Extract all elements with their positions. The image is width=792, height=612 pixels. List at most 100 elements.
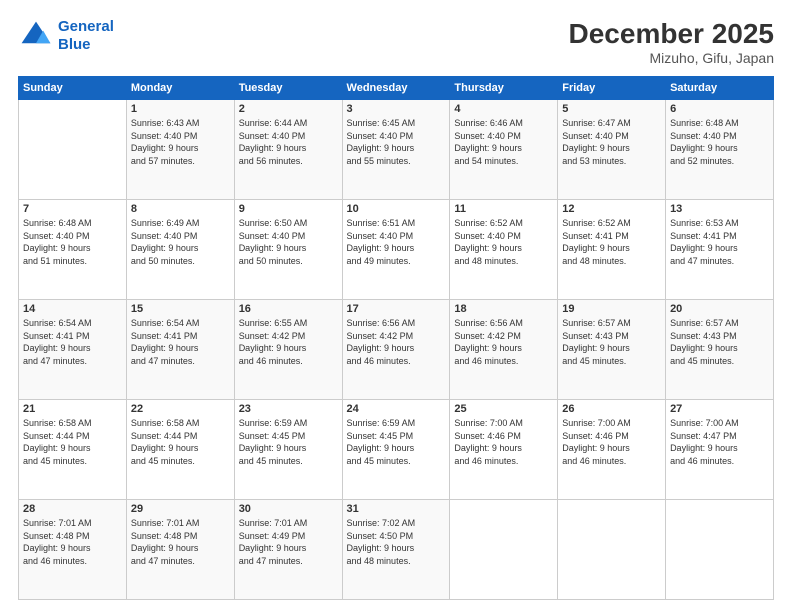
day-header-saturday: Saturday: [666, 77, 774, 100]
day-number: 23: [239, 403, 338, 415]
day-number: 2: [239, 103, 338, 115]
day-info: Sunrise: 7:00 AM Sunset: 4:46 PM Dayligh…: [454, 417, 553, 467]
day-number: 19: [562, 303, 661, 315]
day-info: Sunrise: 6:51 AM Sunset: 4:40 PM Dayligh…: [347, 217, 446, 267]
day-cell: 3Sunrise: 6:45 AM Sunset: 4:40 PM Daylig…: [342, 100, 450, 200]
day-number: 29: [131, 503, 230, 515]
week-row-5: 28 Sunrise: 7:01 AM Sunset: 4:48 PM Dayli…: [19, 500, 774, 600]
day-number: 22: [131, 403, 230, 415]
week-row-4: 21 Sunrise: 6:58 AM Sunset: 4:44 PM Dayli…: [19, 400, 774, 500]
day-info: Sunrise: 6:45 AM Sunset: 4:40 PM Dayligh…: [347, 117, 446, 167]
day-info: Sunrise: 6:56 AM Sunset: 4:42 PM Dayligh…: [347, 317, 446, 367]
day-info: Sunrise: 6:47 AM Sunset: 4:40 PM Dayligh…: [562, 117, 661, 167]
day-cell: [19, 100, 127, 200]
day-info: Sunrise: 6:57 AM Sunset: 4:43 PM Dayligh…: [562, 317, 661, 367]
day-info: Sunrise: 7:02 AM Sunset: 4:50 PM Dayligh…: [347, 517, 446, 567]
day-header-tuesday: Tuesday: [234, 77, 342, 100]
day-cell: 1Sunrise: 6:43 AM Sunset: 4:40 PM Daylig…: [126, 100, 234, 200]
day-number: 14: [23, 303, 122, 315]
day-info: Sunrise: 7:01 AM Sunset: 4:48 PM Dayligh…: [23, 517, 122, 567]
day-cell: 23 Sunrise: 6:59 AM Sunset: 4:45 PM Dayli…: [234, 400, 342, 500]
day-info: Sunrise: 6:49 AM Sunset: 4:40 PM Dayligh…: [131, 217, 230, 267]
day-cell: 27Sunrise: 7:00 AM Sunset: 4:47 PM Dayli…: [666, 400, 774, 500]
day-number: 28: [23, 503, 122, 515]
day-cell: 22 Sunrise: 6:58 AM Sunset: 4:44 PM Dayli…: [126, 400, 234, 500]
week-row-2: 7 Sunrise: 6:48 AM Sunset: 4:40 PM Daylig…: [19, 200, 774, 300]
day-header-monday: Monday: [126, 77, 234, 100]
logo-text: General Blue: [58, 18, 114, 54]
day-cell: 6 Sunrise: 6:48 AM Sunset: 4:40 PM Daylig…: [666, 100, 774, 200]
day-info: Sunrise: 6:56 AM Sunset: 4:42 PM Dayligh…: [454, 317, 553, 367]
subtitle: Mizuho, Gifu, Japan: [569, 50, 774, 66]
logo: General Blue: [18, 18, 114, 54]
day-cell: 15 Sunrise: 6:54 AM Sunset: 4:41 PM Dayli…: [126, 300, 234, 400]
day-number: 5: [562, 103, 661, 115]
day-number: 21: [23, 403, 122, 415]
logo-icon: [18, 18, 54, 54]
day-header-wednesday: Wednesday: [342, 77, 450, 100]
day-info: Sunrise: 6:44 AM Sunset: 4:40 PM Dayligh…: [239, 117, 338, 167]
week-row-3: 14 Sunrise: 6:54 AM Sunset: 4:41 PM Dayli…: [19, 300, 774, 400]
day-cell: 21 Sunrise: 6:58 AM Sunset: 4:44 PM Dayli…: [19, 400, 127, 500]
day-info: Sunrise: 7:01 AM Sunset: 4:49 PM Dayligh…: [239, 517, 338, 567]
logo-line1: General: [58, 18, 114, 35]
day-number: 10: [347, 203, 446, 215]
day-info: Sunrise: 6:58 AM Sunset: 4:44 PM Dayligh…: [23, 417, 122, 467]
day-number: 26: [562, 403, 661, 415]
day-number: 17: [347, 303, 446, 315]
day-cell: 29Sunrise: 7:01 AM Sunset: 4:48 PM Dayli…: [126, 500, 234, 600]
day-cell: 11Sunrise: 6:52 AM Sunset: 4:40 PM Dayli…: [450, 200, 558, 300]
day-info: Sunrise: 6:58 AM Sunset: 4:44 PM Dayligh…: [131, 417, 230, 467]
day-info: Sunrise: 6:48 AM Sunset: 4:40 PM Dayligh…: [23, 217, 122, 267]
day-header-sunday: Sunday: [19, 77, 127, 100]
day-number: 7: [23, 203, 122, 215]
day-number: 24: [347, 403, 446, 415]
day-info: Sunrise: 6:59 AM Sunset: 4:45 PM Dayligh…: [347, 417, 446, 467]
main-title: December 2025: [569, 18, 774, 50]
day-number: 13: [670, 203, 769, 215]
day-cell: 17 Sunrise: 6:56 AM Sunset: 4:42 PM Dayli…: [342, 300, 450, 400]
day-number: 6: [670, 103, 769, 115]
day-number: 9: [239, 203, 338, 215]
day-info: Sunrise: 6:43 AM Sunset: 4:40 PM Dayligh…: [131, 117, 230, 167]
day-cell: 5 Sunrise: 6:47 AM Sunset: 4:40 PM Daylig…: [558, 100, 666, 200]
day-number: 25: [454, 403, 553, 415]
calendar: SundayMondayTuesdayWednesdayThursdayFrid…: [18, 76, 774, 600]
page: General Blue December 2025 Mizuho, Gifu,…: [0, 0, 792, 612]
title-block: December 2025 Mizuho, Gifu, Japan: [569, 18, 774, 66]
day-info: Sunrise: 6:54 AM Sunset: 4:41 PM Dayligh…: [131, 317, 230, 367]
day-cell: 14 Sunrise: 6:54 AM Sunset: 4:41 PM Dayli…: [19, 300, 127, 400]
day-number: 8: [131, 203, 230, 215]
day-number: 12: [562, 203, 661, 215]
day-cell: [450, 500, 558, 600]
day-info: Sunrise: 6:57 AM Sunset: 4:43 PM Dayligh…: [670, 317, 769, 367]
day-info: Sunrise: 6:59 AM Sunset: 4:45 PM Dayligh…: [239, 417, 338, 467]
day-cell: 25 Sunrise: 7:00 AM Sunset: 4:46 PM Dayli…: [450, 400, 558, 500]
day-cell: 16Sunrise: 6:55 AM Sunset: 4:42 PM Dayli…: [234, 300, 342, 400]
day-cell: 30 Sunrise: 7:01 AM Sunset: 4:49 PM Dayli…: [234, 500, 342, 600]
day-cell: 2 Sunrise: 6:44 AM Sunset: 4:40 PM Daylig…: [234, 100, 342, 200]
day-number: 18: [454, 303, 553, 315]
day-header-friday: Friday: [558, 77, 666, 100]
day-number: 20: [670, 303, 769, 315]
week-row-1: 1Sunrise: 6:43 AM Sunset: 4:40 PM Daylig…: [19, 100, 774, 200]
calendar-header-row: SundayMondayTuesdayWednesdayThursdayFrid…: [19, 77, 774, 100]
day-info: Sunrise: 7:00 AM Sunset: 4:46 PM Dayligh…: [562, 417, 661, 467]
logo-line2: Blue: [58, 36, 91, 53]
day-number: 15: [131, 303, 230, 315]
day-cell: 31 Sunrise: 7:02 AM Sunset: 4:50 PM Dayli…: [342, 500, 450, 600]
day-cell: 28 Sunrise: 7:01 AM Sunset: 4:48 PM Dayli…: [19, 500, 127, 600]
day-info: Sunrise: 6:50 AM Sunset: 4:40 PM Dayligh…: [239, 217, 338, 267]
day-number: 11: [454, 203, 553, 215]
header: General Blue December 2025 Mizuho, Gifu,…: [18, 18, 774, 66]
day-info: Sunrise: 6:48 AM Sunset: 4:40 PM Dayligh…: [670, 117, 769, 167]
day-cell: 7 Sunrise: 6:48 AM Sunset: 4:40 PM Daylig…: [19, 200, 127, 300]
day-info: Sunrise: 6:53 AM Sunset: 4:41 PM Dayligh…: [670, 217, 769, 267]
day-number: 16: [239, 303, 338, 315]
day-cell: 10 Sunrise: 6:51 AM Sunset: 4:40 PM Dayli…: [342, 200, 450, 300]
day-cell: 18 Sunrise: 6:56 AM Sunset: 4:42 PM Dayli…: [450, 300, 558, 400]
day-number: 31: [347, 503, 446, 515]
day-info: Sunrise: 6:54 AM Sunset: 4:41 PM Dayligh…: [23, 317, 122, 367]
day-cell: 9 Sunrise: 6:50 AM Sunset: 4:40 PM Daylig…: [234, 200, 342, 300]
day-number: 30: [239, 503, 338, 515]
